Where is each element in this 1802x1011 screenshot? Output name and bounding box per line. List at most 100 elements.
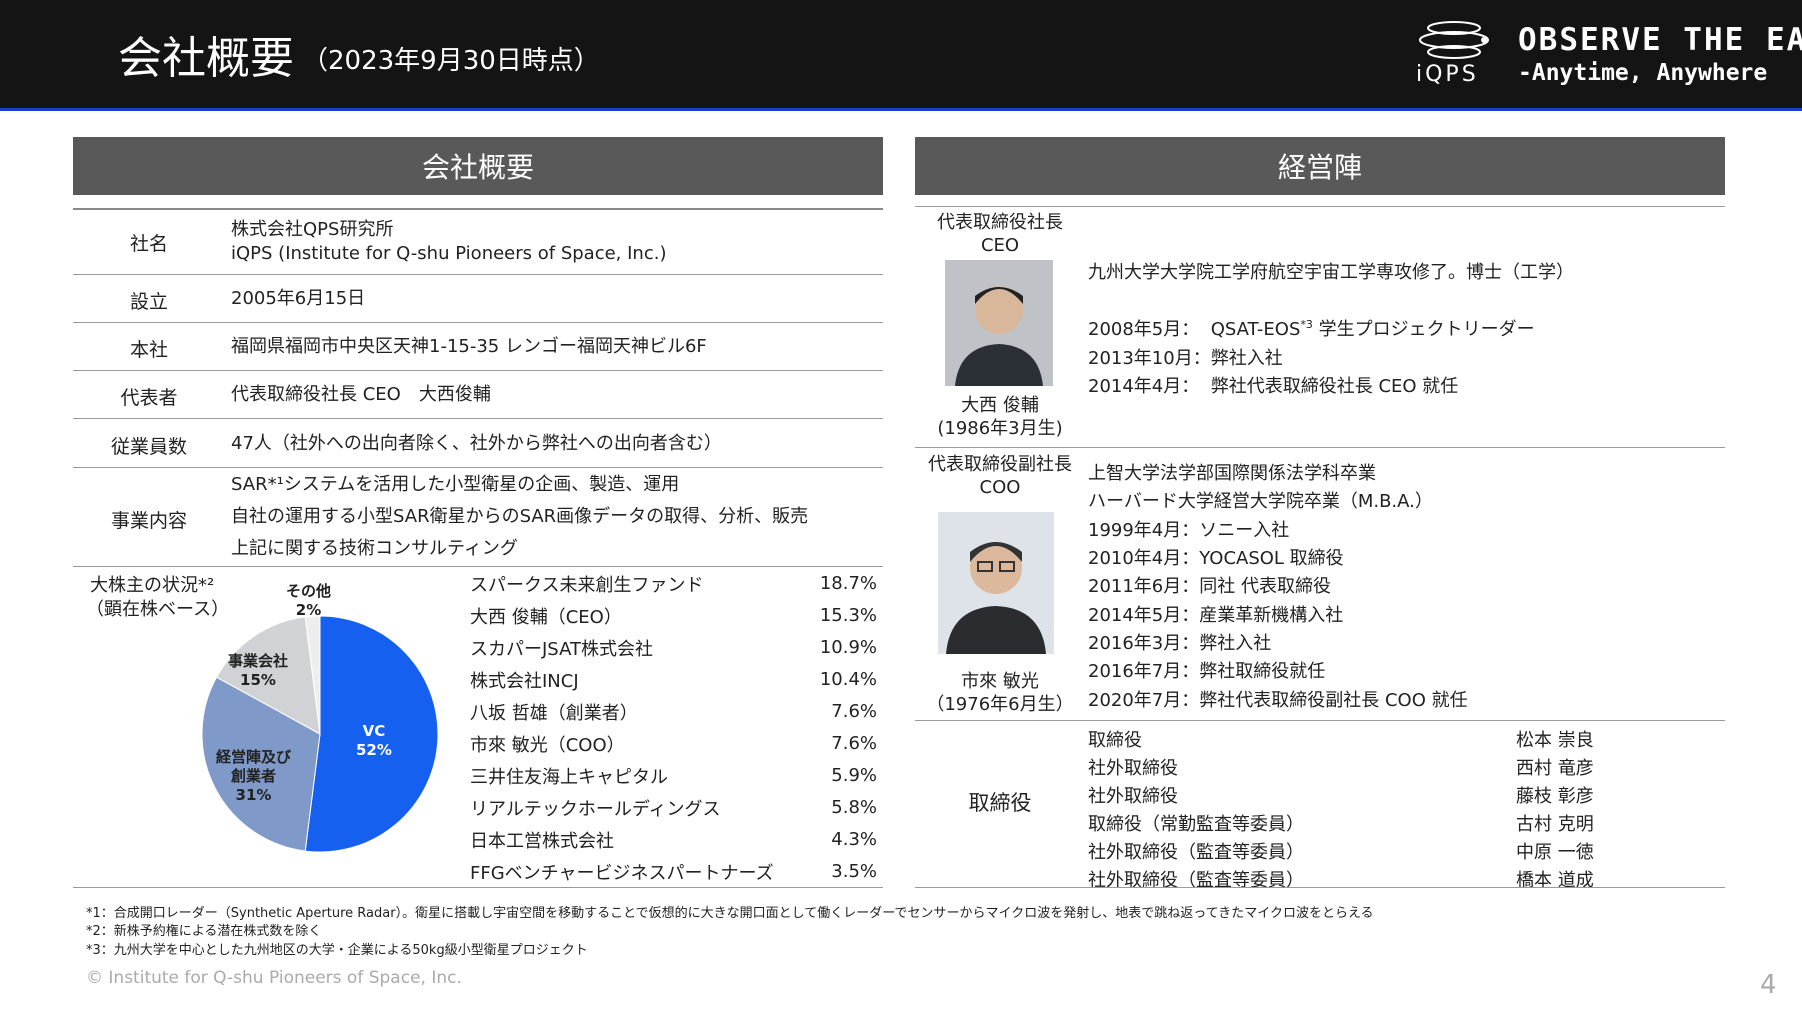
shareholder-name: スパークス未来創生ファンド [470, 575, 704, 596]
slogan-line-2: -Anytime, Anywhere [1518, 60, 1768, 86]
person-icon [938, 512, 1054, 654]
director-title: 社外取締役（監査等委員） [1088, 842, 1304, 863]
shareholder-pct: 4.3% [831, 829, 877, 850]
management-heading: 経営陣 [915, 137, 1725, 195]
ceo-birth: (1986年3月生) [937, 418, 1063, 440]
coo-role: 代表取締役副社長 COO [915, 453, 1085, 500]
shareholder-pie-chart [201, 615, 439, 853]
ceo-education: 九州大学大学院工学府航空宇宙工学専攻修了。博士（工学） [1088, 262, 1574, 283]
coo-bio-line: 2011年6月：同社 代表取締役 [1088, 576, 1331, 597]
pie-label-mgmt-name: 経営陣及び 創業者 [216, 748, 292, 785]
director-name: 藤枝 彰彦 [1516, 786, 1594, 807]
pie-label-vc-pct: 52% [356, 740, 392, 759]
history-text: QSAT-EOS [1210, 319, 1301, 340]
shareholder-name: 市來 敏光（COO） [470, 735, 625, 756]
footnote-marker: *3 [1300, 318, 1313, 331]
coo-role-title: 代表取締役副社長 [928, 454, 1072, 475]
director-title: 社外取締役 [1088, 786, 1178, 807]
shareholder-pct: 15.3% [819, 605, 877, 626]
divider [73, 208, 883, 210]
person-icon [945, 260, 1053, 386]
director-title: 取締役（常勤監査等委員） [1088, 814, 1304, 835]
shareholder-pct: 18.7% [819, 573, 877, 594]
ceo-history-item: 2014年4月： 弊社代表取締役社長 CEO 就任 [1088, 372, 1458, 398]
hq-address: 福岡県福岡市中央区天神1-15-35 レンゴー福岡天神ビル6F [231, 336, 707, 357]
company-name-en: iQPS (Institute for Q-shu Pioneers of Sp… [231, 243, 667, 264]
director-title: 取締役 [1088, 730, 1142, 751]
divider [915, 206, 1725, 207]
coo-name-block: 市來 敏光 （1976年6月生） [915, 670, 1085, 717]
ceo-role: 代表取締役社長 CEO [915, 211, 1085, 258]
page-subtitle: （2023年9月30日時点） [302, 46, 600, 76]
director-name: 古村 克明 [1516, 814, 1594, 835]
page-number: 4 [1760, 970, 1777, 1000]
shareholder-pct: 7.6% [831, 701, 877, 722]
footnote-3: *3：九州大学を中心とした九州地区の大学・企業による50kg級小型衛星プロジェク… [86, 943, 588, 958]
row-label-business: 事業内容 [110, 510, 187, 532]
established-date: 2005年6月15日 [231, 288, 366, 309]
pie-label-vc-name: VC [362, 722, 386, 740]
divider [73, 418, 883, 419]
director-name: 西村 竜彦 [1516, 758, 1594, 779]
shareholder-pct: 10.4% [819, 669, 877, 690]
header-accent-line [0, 108, 1802, 111]
coo-bio-line: 2020年7月：弊社代表取締役副社長 COO 就任 [1088, 690, 1468, 711]
coo-birth: （1976年6月生） [926, 694, 1074, 716]
divider [73, 370, 883, 371]
shareholder-name: 大西 俊輔（CEO） [470, 607, 622, 628]
ceo-photo [945, 260, 1053, 386]
director-name: 中原 一徳 [1516, 842, 1594, 863]
pie-label-corp-name: 事業会社 [228, 652, 289, 670]
ceo-name-block: 大西 俊輔 (1986年3月生) [915, 394, 1085, 441]
ceo-role-abbr: CEO [980, 235, 1020, 257]
pie-label-other: その他 2% [286, 582, 331, 620]
divider [73, 322, 883, 323]
shareholder-name: 日本工営株式会社 [470, 831, 614, 852]
director-name: 橋本 道成 [1516, 870, 1594, 891]
row-label-employees: 従業員数 [110, 436, 187, 458]
divider [73, 566, 883, 567]
director-title: 社外取締役（監査等委員） [1088, 870, 1304, 891]
logo-wordmark: iQPS [1416, 62, 1479, 87]
page-title-text: 会社概要 [118, 33, 294, 84]
shareholder-name: リアルテックホールディングス [470, 799, 721, 820]
divider [915, 447, 1725, 448]
representative: 代表取締役社長 CEO 大西俊輔 [231, 384, 491, 405]
row-label-established: 設立 [129, 291, 168, 313]
shareholder-name: 八坂 哲雄（創業者） [470, 703, 638, 724]
pie-label-other-name: その他 [286, 582, 332, 600]
coo-photo [938, 512, 1054, 654]
directors-label: 取締役 [968, 791, 1032, 815]
divider [915, 887, 1725, 888]
business-line-1: SAR*¹システムを活用した小型衛星の企画、製造、運用 [231, 474, 680, 495]
row-label-hq: 本社 [129, 339, 168, 361]
shareholder-name: 三井住友海上キャピタル [470, 767, 668, 788]
shareholder-name: FFGベンチャービジネスパートナーズ [470, 863, 774, 884]
pie-label-vc: VC 52% [356, 722, 392, 760]
ceo-name: 大西 俊輔 [961, 395, 1039, 416]
divider [73, 887, 883, 888]
ceo-role-title: 代表取締役社長 [937, 212, 1063, 233]
shareholder-name: スカパーJSAT株式会社 [470, 639, 653, 660]
footnote-1: *1：合成開口レーダー（Synthetic Aperture Radar）。衛星… [86, 906, 1374, 921]
coo-bio-line: 2010年4月：YOCASOL 取締役 [1088, 548, 1344, 569]
shareholder-name: 株式会社INCJ [470, 671, 579, 692]
company-name-ja: 株式会社QPS研究所 [231, 219, 394, 240]
director-title: 社外取締役 [1088, 758, 1178, 779]
pie-label-other-pct: 2% [295, 600, 322, 619]
history-text: 弊社入社 [1210, 348, 1283, 369]
history-date: 2014年4月： [1088, 376, 1200, 397]
divider [73, 467, 883, 468]
slogan-line-1: OBSERVE THE EARTH [1518, 22, 1802, 58]
row-label-representative: 代表者 [120, 387, 178, 409]
divider [73, 274, 883, 275]
coo-role-abbr: COO [979, 477, 1021, 499]
pie-label-corp-pct: 15% [240, 670, 276, 689]
shareholder-pct: 5.8% [831, 797, 877, 818]
director-name: 松本 崇良 [1516, 730, 1594, 751]
business-line-2: 自社の運用する小型SAR衛星からのSAR画像データの取得、分析、販売 [231, 506, 809, 527]
business-line-3: 上記に関する技術コンサルティング [231, 538, 518, 559]
page-title: 会社概要 （2023年9月30日時点） [118, 22, 600, 86]
pie-label-mgmt: 経営陣及び 創業者 31% [216, 748, 291, 804]
shareholders-title: 大株主の状況*² [90, 575, 215, 596]
